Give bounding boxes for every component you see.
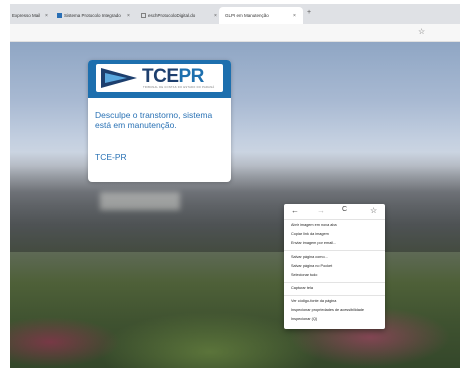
tab-esch-protocolo[interactable]: eschProtocoloDigital.do × [141, 7, 221, 24]
context-menu-nav: ← → C ☆ [284, 204, 385, 219]
toolbar: ☆ [10, 24, 460, 42]
new-tab-button[interactable]: + [307, 9, 311, 16]
menu-item-save-page-as[interactable]: Salvar página como... [291, 255, 328, 259]
back-arrow-icon[interactable]: ← [291, 206, 299, 215]
reload-icon[interactable]: C [342, 206, 347, 213]
tab-sistema-protocolo[interactable]: Sistema Protocolo Integrado × [57, 7, 137, 24]
menu-item-take-screenshot[interactable]: Capturar tela [291, 286, 313, 290]
page-viewport: TCEPR TRIBUNAL DE CONTAS DO ESTADO DO PA… [10, 42, 460, 368]
tab-title: Expresso Mail [12, 13, 41, 18]
favicon-icon [57, 13, 62, 18]
close-icon[interactable]: × [293, 13, 296, 19]
tab-glpi-manutencao[interactable]: GLPI em Manutenção × [219, 7, 303, 24]
signature: TCE-PR [95, 152, 127, 162]
maintenance-message: Desculpe o transtorno, sistema está em m… [95, 110, 213, 130]
document-icon [141, 13, 146, 18]
menu-item-email-image[interactable]: Enviar imagem por email... [291, 241, 336, 245]
background-highlight [100, 192, 180, 210]
menu-separator [284, 295, 385, 296]
background-building [10, 152, 460, 252]
close-icon[interactable]: × [214, 13, 217, 19]
close-icon[interactable]: × [45, 13, 48, 19]
card-header: TCEPR TRIBUNAL DE CONTAS DO ESTADO DO PA… [88, 60, 231, 98]
menu-item-save-to-pocket[interactable]: Salvar página no Pocket [291, 264, 332, 268]
maintenance-card: TCEPR TRIBUNAL DE CONTAS DO ESTADO DO PA… [88, 60, 231, 182]
forward-arrow-icon[interactable]: → [317, 206, 325, 215]
menu-separator [284, 219, 385, 220]
menu-separator [284, 282, 385, 283]
tab-title: Sistema Protocolo Integrado [64, 13, 121, 18]
tab-title: GLPI em Manutenção [225, 13, 269, 18]
context-menu: ← → C ☆ Abrir imagem em nova aba Copiar … [284, 204, 385, 329]
tab-title: eschProtocoloDigital.do [148, 13, 196, 18]
menu-item-inspect[interactable]: Inspecionar (Q) [291, 317, 317, 321]
logo-subtitle: TRIBUNAL DE CONTAS DO ESTADO DO PARANÁ [143, 86, 215, 89]
browser-window: Expresso Mail × Sistema Protocolo Integr… [10, 4, 460, 368]
tab-strip: Expresso Mail × Sistema Protocolo Integr… [10, 4, 460, 24]
menu-separator [284, 250, 385, 251]
menu-item-select-all[interactable]: Selecionar tudo [291, 273, 317, 277]
close-icon[interactable]: × [127, 13, 130, 19]
logo-wordmark: TCEPR [142, 66, 204, 87]
tce-pr-logo: TCEPR TRIBUNAL DE CONTAS DO ESTADO DO PA… [96, 64, 223, 92]
logo-triangle-icon [101, 68, 137, 88]
bookmark-star-icon[interactable]: ☆ [370, 206, 377, 215]
menu-item-view-source[interactable]: Ver código-fonte da página [291, 299, 336, 303]
bookmark-star-icon[interactable]: ☆ [418, 27, 425, 36]
menu-item-open-image-new-tab[interactable]: Abrir imagem em nova aba [291, 223, 337, 227]
menu-item-inspect-accessibility[interactable]: Inspecionar propriedades de acessibilida… [291, 308, 364, 312]
tab-expresso-mail[interactable]: Expresso Mail × [12, 7, 56, 24]
menu-item-copy-image-link[interactable]: Copiar link da imagem [291, 232, 329, 236]
